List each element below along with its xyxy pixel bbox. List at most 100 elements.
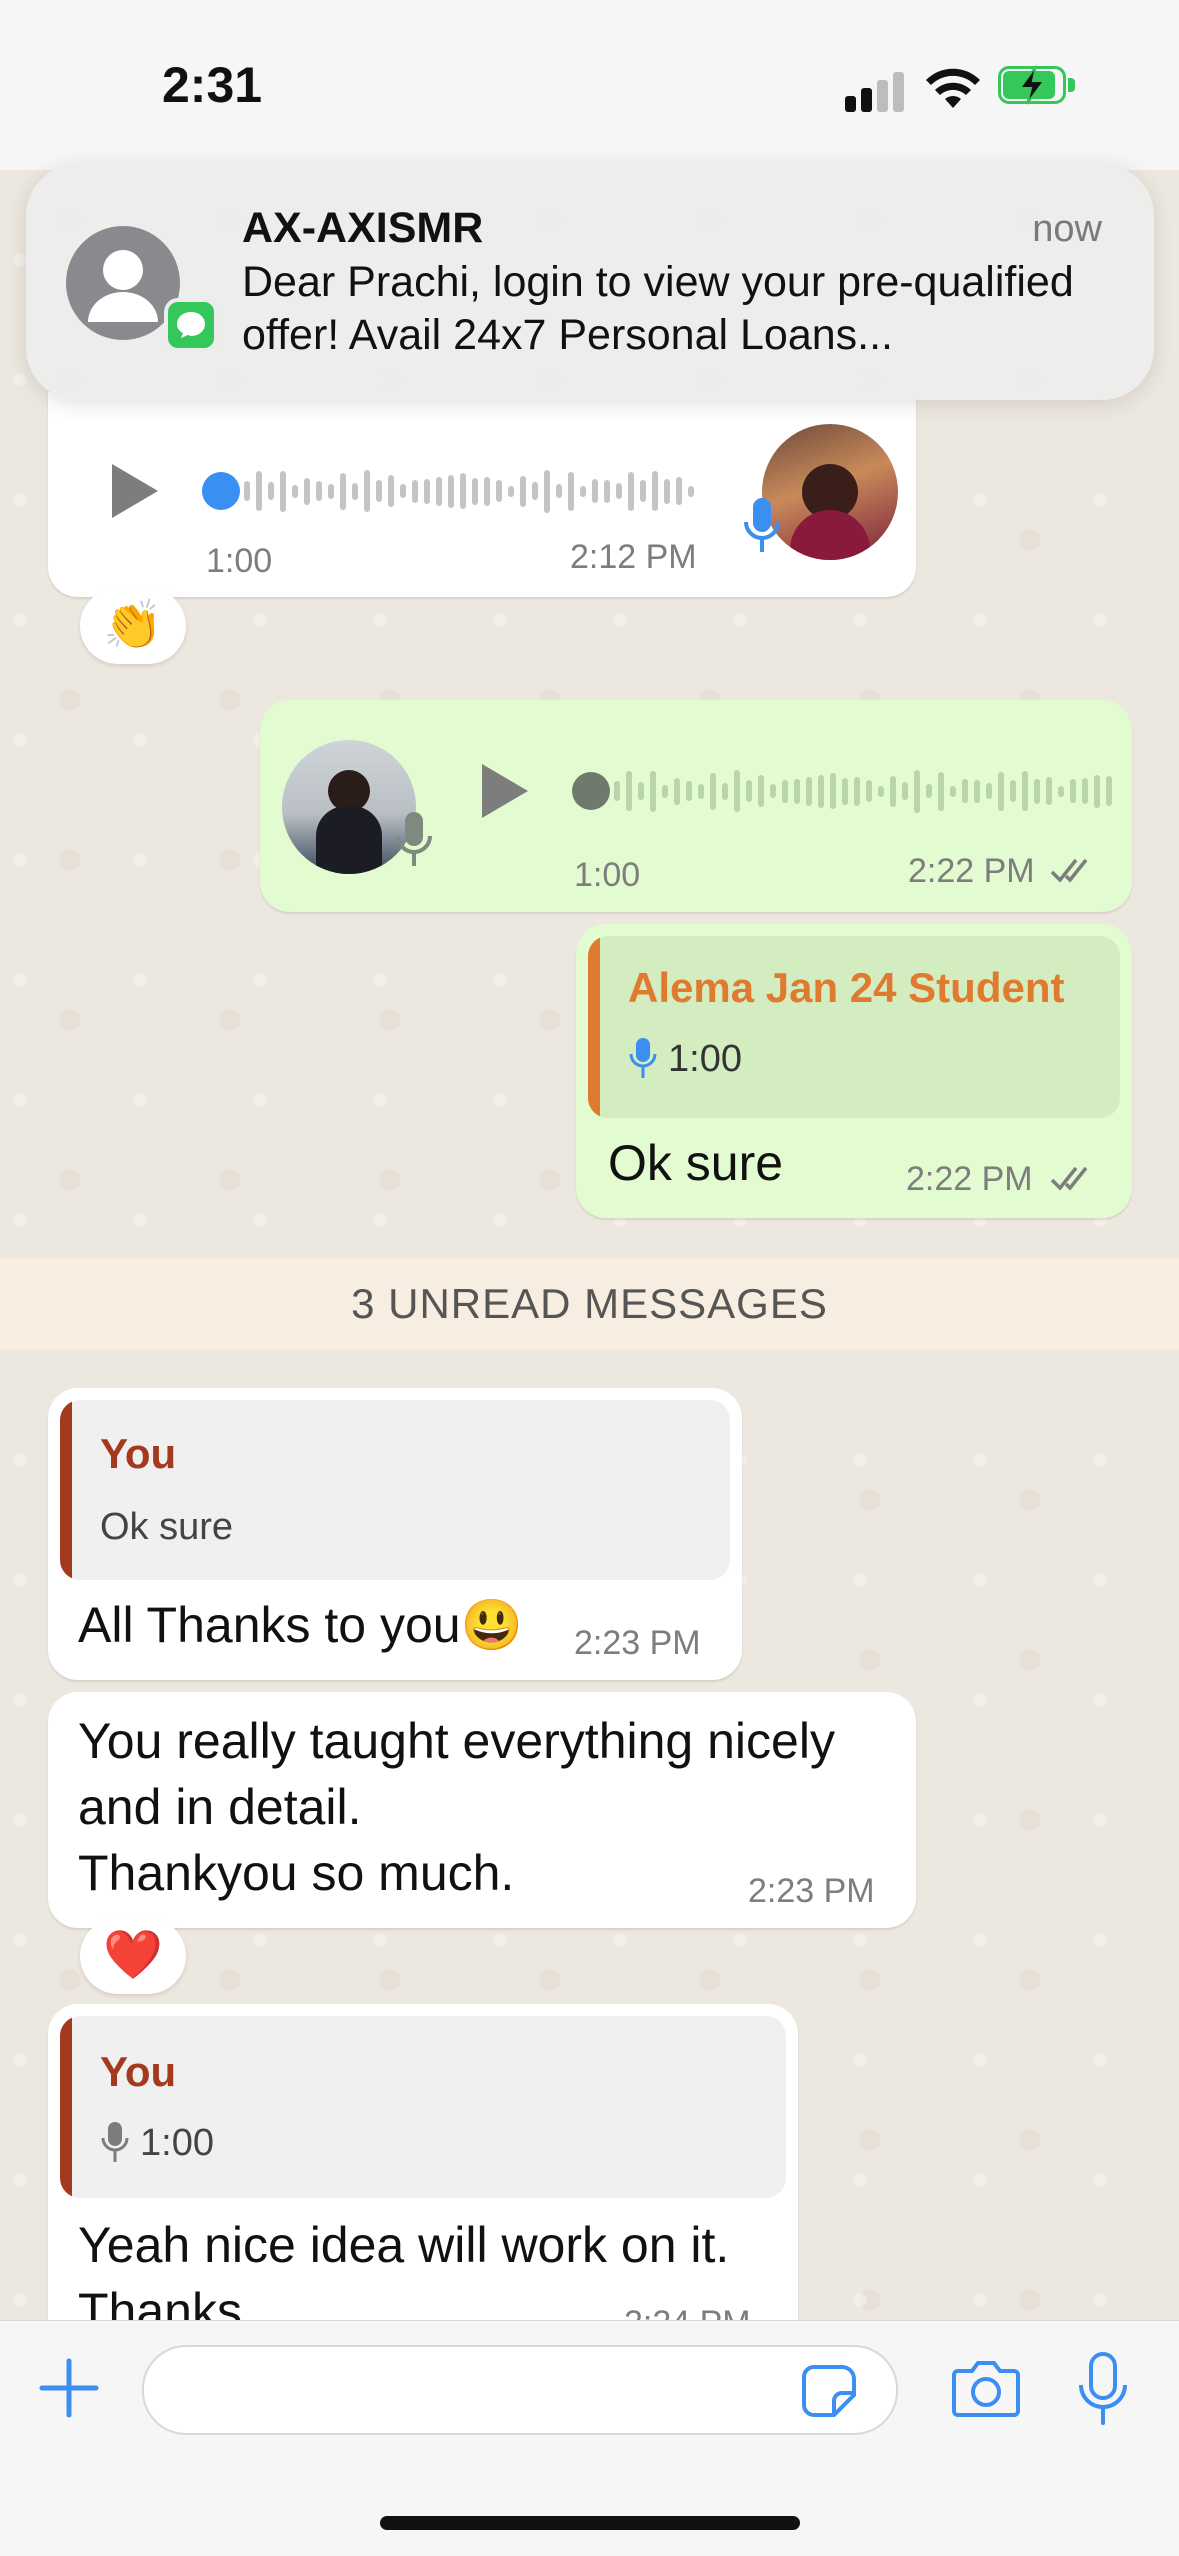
message-text-line: Thankyou so much. <box>78 1845 515 1901</box>
waveform-bar <box>544 469 550 513</box>
waveform-bar <box>818 774 824 808</box>
quoted-message[interactable]: You Ok sure <box>60 1400 730 1580</box>
reaction-badge[interactable]: ❤️ <box>80 1918 186 1994</box>
mic-icon <box>396 812 432 866</box>
message-time: 2:22 PM <box>908 852 1035 890</box>
waveform-bar <box>280 470 286 512</box>
quoted-message[interactable]: You 1:00 <box>60 2016 786 2198</box>
waveform-bar <box>256 471 262 511</box>
voice-progress-handle[interactable] <box>202 472 240 510</box>
waveform-bar <box>1010 780 1016 802</box>
quoted-message[interactable]: Alema Jan 24 Student 1:00 <box>588 936 1120 1118</box>
push-notification[interactable]: AX-AXISMR now Dear Prachi, login to view… <box>26 164 1154 400</box>
whatsapp-chat-screen: 2:31 1:00 2:12 PM 👏 1:00 2:22 PM Alema J… <box>0 0 1179 2556</box>
voice-duration: 1:00 <box>206 542 273 580</box>
waveform-bar <box>580 485 586 497</box>
voice-waveform[interactable] <box>244 464 694 518</box>
notification-time: now <box>1032 208 1102 250</box>
waveform-bar <box>842 777 848 805</box>
waveform-bar <box>460 473 466 509</box>
incoming-voice-message[interactable]: 1:00 2:12 PM <box>48 392 916 597</box>
waveform-bar <box>556 484 562 498</box>
waveform-bar <box>244 481 250 501</box>
waveform-bar <box>698 783 704 799</box>
play-icon[interactable] <box>482 764 528 818</box>
message-time: 2:12 PM <box>570 538 697 576</box>
waveform-bar <box>878 785 884 797</box>
waveform-bar <box>914 769 920 813</box>
waveform-bar <box>854 776 860 806</box>
plus-icon[interactable] <box>38 2357 100 2419</box>
message-text-line: and in detail. <box>78 1779 362 1835</box>
waveform-bar <box>806 776 812 806</box>
incoming-reply-message[interactable]: You 1:00 Yeah nice idea will work on it.… <box>48 2004 798 2364</box>
waveform-bar <box>532 482 538 500</box>
messages-app-icon <box>164 298 218 352</box>
play-icon[interactable] <box>112 464 158 518</box>
charging-bolt-icon <box>1018 65 1046 105</box>
mic-icon <box>744 498 780 552</box>
double-check-icon <box>1050 1166 1088 1191</box>
voice-duration: 1:00 <box>574 856 641 894</box>
status-time: 2:31 <box>162 57 263 113</box>
waveform-bar <box>662 784 668 798</box>
reaction-badge[interactable]: 👏 <box>80 588 186 664</box>
waveform-bar <box>722 782 728 800</box>
message-text: All Thanks to you😃 <box>78 1597 523 1653</box>
voice-waveform[interactable] <box>614 764 1112 818</box>
incoming-text-message[interactable]: You really taught everything nicely and … <box>48 1692 916 1928</box>
mic-icon[interactable] <box>1076 2351 1130 2427</box>
waveform-bar <box>1106 776 1112 806</box>
home-indicator[interactable] <box>380 2516 800 2530</box>
waveform-bar <box>388 475 394 507</box>
waveform-bar <box>400 484 406 498</box>
waveform-bar <box>614 781 620 801</box>
camera-icon[interactable] <box>950 2357 1022 2419</box>
outgoing-voice-message[interactable]: 1:00 2:22 PM <box>260 700 1132 912</box>
waveform-bar <box>664 478 670 504</box>
waveform-bar <box>890 775 896 807</box>
waveform-bar <box>292 484 298 498</box>
waveform-bar <box>974 779 980 803</box>
quote-author: You <box>100 1430 177 1477</box>
contact-avatar-icon <box>66 226 180 340</box>
waveform-bar <box>902 782 908 800</box>
waveform-bar <box>770 784 776 798</box>
quote-duration: 1:00 <box>668 1038 742 1080</box>
waveform-bar <box>376 480 382 502</box>
sender-avatar <box>762 424 898 560</box>
message-text-line: You really taught everything nicely <box>78 1713 835 1769</box>
waveform-bar <box>758 775 764 807</box>
outgoing-reply-message[interactable]: Alema Jan 24 Student 1:00 Ok sure 2:22 P… <box>576 924 1132 1218</box>
notification-sender: AX-AXISMR <box>242 204 484 252</box>
waveform-bar <box>866 780 872 802</box>
waveform-bar <box>424 478 430 504</box>
waveform-bar <box>688 485 694 497</box>
incoming-reply-message[interactable]: You Ok sure All Thanks to you😃 2:23 PM <box>48 1388 742 1680</box>
sticker-icon[interactable] <box>800 2361 860 2421</box>
waveform-bar <box>316 481 322 501</box>
waveform-bar <box>686 781 692 801</box>
voice-progress-handle[interactable] <box>572 772 610 810</box>
waveform-bar <box>508 485 514 497</box>
waveform-bar <box>1094 774 1100 808</box>
waveform-bar <box>746 780 752 802</box>
waveform-bar <box>1046 777 1052 805</box>
quote-duration: 1:00 <box>140 2122 214 2164</box>
message-input[interactable] <box>142 2345 898 2435</box>
waveform-bar <box>496 480 502 502</box>
waveform-bar <box>1022 771 1028 811</box>
notification-body: Dear Prachi, login to view your pre-qual… <box>242 258 1074 359</box>
waveform-bar <box>1034 778 1040 804</box>
waveform-bar <box>436 476 442 506</box>
waveform-bar <box>962 779 968 803</box>
mic-icon <box>629 1038 657 1078</box>
message-time: 2:22 PM <box>906 1160 1033 1198</box>
waveform-bar <box>448 474 454 508</box>
quote-author: You <box>100 2048 177 2095</box>
cellular-signal-icon <box>845 72 907 112</box>
waveform-bar <box>950 785 956 797</box>
message-text: Ok sure <box>608 1135 784 1191</box>
waveform-bar <box>710 772 716 810</box>
waveform-bar <box>676 477 682 505</box>
